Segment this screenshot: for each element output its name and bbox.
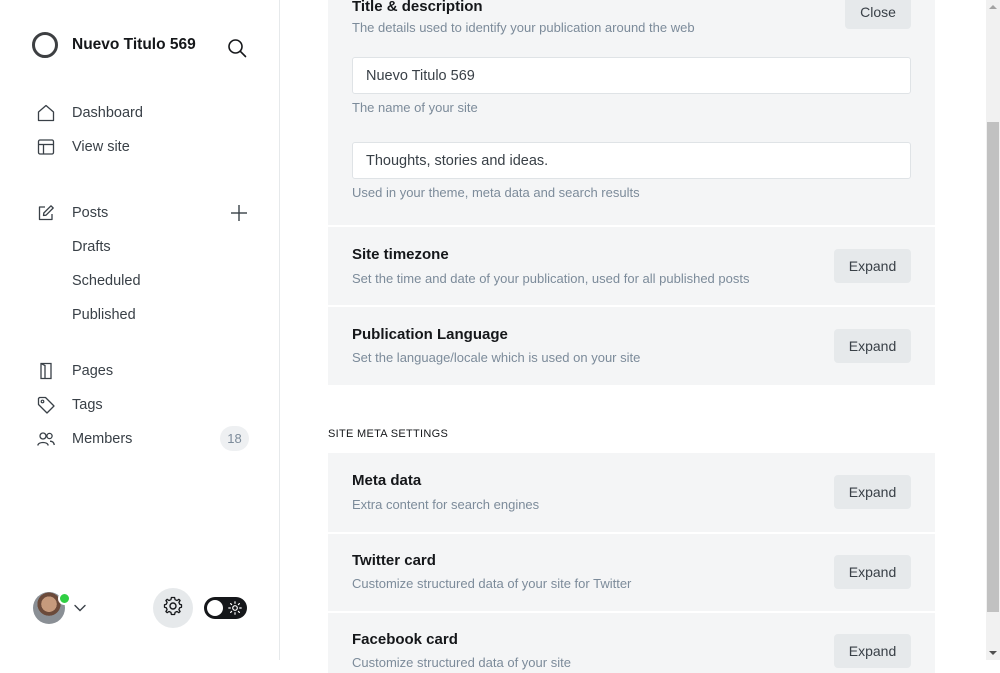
site-description-input[interactable] bbox=[352, 142, 911, 179]
row-divider bbox=[328, 611, 935, 613]
title-description-card: Title & description The details used to … bbox=[328, 0, 935, 225]
nav-posts[interactable]: Posts bbox=[36, 198, 216, 228]
chevron-down-icon[interactable] bbox=[73, 601, 87, 615]
facebook-card-expand-button[interactable]: Expand bbox=[834, 634, 911, 668]
sun-icon bbox=[228, 601, 242, 615]
site-title-hint: The name of your site bbox=[352, 100, 478, 115]
nav-members-label: Members bbox=[72, 431, 133, 447]
site-meta-card: Meta data Extra content for search engin… bbox=[328, 453, 935, 673]
brand[interactable]: Nuevo Titulo 569 bbox=[32, 32, 196, 58]
nav-dashboard[interactable]: Dashboard bbox=[36, 98, 250, 128]
close-button[interactable]: Close bbox=[845, 0, 911, 29]
online-status-icon bbox=[58, 592, 71, 605]
facebook-card-description: Customize structured data of your site bbox=[352, 655, 571, 670]
nav-published-label: Published bbox=[72, 307, 136, 323]
site-description-hint: Used in your theme, meta data and search… bbox=[352, 185, 640, 200]
nav-posts-label: Posts bbox=[72, 205, 109, 221]
nav-scheduled-label: Scheduled bbox=[72, 273, 141, 289]
timezone-description: Set the time and date of your publicatio… bbox=[352, 271, 750, 286]
scrollbar-thumb[interactable] bbox=[987, 122, 999, 612]
meta-data-expand-button[interactable]: Expand bbox=[834, 475, 911, 509]
nav-dashboard-label: Dashboard bbox=[72, 105, 143, 121]
layout-icon bbox=[36, 137, 56, 157]
nav-pages-label: Pages bbox=[72, 363, 114, 379]
nav-members[interactable]: Members bbox=[36, 424, 216, 454]
language-expand-button[interactable]: Expand bbox=[834, 329, 911, 363]
members-icon bbox=[36, 429, 56, 449]
nav-scheduled[interactable]: Scheduled bbox=[72, 266, 250, 296]
toggle-knob bbox=[207, 600, 223, 616]
language-title: Publication Language bbox=[352, 326, 508, 343]
timezone-expand-button[interactable]: Expand bbox=[834, 249, 911, 283]
add-post-icon[interactable] bbox=[229, 203, 249, 223]
site-logo-icon bbox=[32, 32, 58, 58]
site-title-input[interactable] bbox=[352, 57, 911, 94]
general-settings-card: Site timezone Set the time and date of y… bbox=[328, 227, 935, 385]
nav-published[interactable]: Published bbox=[72, 300, 250, 330]
settings-main: Title & description The details used to … bbox=[280, 0, 986, 673]
page-icon bbox=[36, 361, 56, 381]
search-icon[interactable] bbox=[226, 37, 248, 59]
title-description-subtitle: The details used to identify your public… bbox=[352, 20, 695, 35]
twitter-card-expand-button[interactable]: Expand bbox=[834, 555, 911, 589]
tag-icon bbox=[36, 395, 56, 415]
meta-data-description: Extra content for search engines bbox=[352, 497, 540, 512]
settings-button[interactable] bbox=[153, 588, 193, 628]
scroll-down-icon[interactable] bbox=[987, 647, 999, 659]
row-divider bbox=[328, 532, 935, 534]
edit-icon bbox=[36, 203, 56, 223]
meta-data-title: Meta data bbox=[352, 472, 422, 489]
twitter-card-title: Twitter card bbox=[352, 552, 436, 569]
nav-view-site-label: View site bbox=[72, 139, 130, 155]
nav-drafts[interactable]: Drafts bbox=[72, 232, 250, 262]
twitter-card-description: Customize structured data of your site f… bbox=[352, 576, 632, 591]
site-name: Nuevo Titulo 569 bbox=[72, 36, 196, 53]
title-description-heading: Title & description bbox=[352, 0, 483, 15]
nav-pages[interactable]: Pages bbox=[36, 356, 250, 386]
facebook-card-title: Facebook card bbox=[352, 631, 458, 648]
timezone-title: Site timezone bbox=[352, 246, 449, 263]
sidebar: Nuevo Titulo 569 Dashboard View site Pos… bbox=[0, 0, 280, 660]
nav-tags[interactable]: Tags bbox=[36, 390, 250, 420]
language-description: Set the language/locale which is used on… bbox=[352, 350, 641, 365]
home-icon bbox=[36, 103, 56, 123]
gear-icon bbox=[162, 595, 184, 622]
site-meta-section-heading: SITE META SETTINGS bbox=[328, 428, 449, 440]
nav-view-site[interactable]: View site bbox=[36, 132, 250, 162]
row-divider bbox=[328, 305, 935, 307]
scroll-up-icon[interactable] bbox=[987, 1, 999, 13]
members-count-badge: 18 bbox=[220, 426, 249, 451]
nav-tags-label: Tags bbox=[72, 397, 103, 413]
nav-drafts-label: Drafts bbox=[72, 239, 111, 255]
theme-toggle[interactable] bbox=[204, 597, 247, 619]
